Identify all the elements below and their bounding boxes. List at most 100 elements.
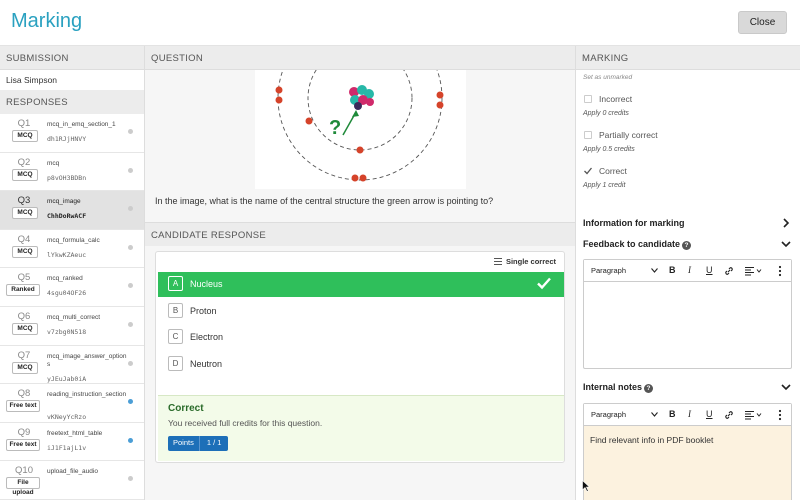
- question-type-badge: MCQ: [12, 361, 38, 374]
- link-icon[interactable]: [724, 266, 734, 276]
- mouse-cursor-icon: [582, 480, 590, 492]
- help-icon[interactable]: ?: [682, 241, 692, 250]
- marking-panel: MARKING Set as unmarked Incorrect Apply 0…: [576, 46, 800, 500]
- response-item-q10[interactable]: Q10 File upload upload_file_audio: [0, 461, 144, 500]
- response-item-q6[interactable]: Q6 MCQ mcq_multi_correct v7zbg0N518: [0, 306, 144, 346]
- mark-label: Partially correct: [599, 130, 658, 140]
- submission-header: SUBMISSION: [0, 46, 144, 70]
- marking-header: MARKING: [576, 46, 800, 70]
- candidate-response-card: Single correct A Nucleus B Proton C Electron D…: [155, 251, 565, 463]
- notes-toolbar: Paragraph B I U: [584, 404, 791, 426]
- feedback-editor[interactable]: Paragraph B I U: [583, 259, 792, 369]
- notes-body[interactable]: Find relevant info in PDF booklet: [584, 426, 791, 500]
- status-dot: [128, 206, 133, 212]
- status-dot: [128, 476, 133, 482]
- response-item-q4[interactable]: Q4 MCQ mcq_formula_calc lYkwKZAeuc: [0, 229, 144, 269]
- italic-button[interactable]: I: [688, 265, 691, 275]
- check-icon: [537, 277, 551, 290]
- chevron-right-icon: [783, 218, 790, 228]
- question-code: v7zbg0N518: [47, 327, 87, 336]
- question-code: dh1RJjHNVY: [47, 135, 87, 143]
- chevron-down-icon: [781, 241, 791, 248]
- question-number: Q1: [17, 118, 31, 129]
- status-dot: [128, 399, 133, 405]
- bold-button[interactable]: B: [669, 409, 676, 419]
- question-name: mcq_formula_calc: [47, 236, 100, 244]
- paragraph-select[interactable]: Paragraph: [591, 266, 626, 275]
- question-type-badge: MCQ: [12, 207, 38, 220]
- question-type-badge: Ranked: [6, 284, 40, 297]
- help-icon[interactable]: ?: [644, 384, 654, 393]
- question-code: 4sgu04OF26: [47, 289, 87, 298]
- option-letter: D: [168, 355, 183, 371]
- notes-editor[interactable]: Paragraph B I U Find relevant info in PD…: [583, 403, 792, 500]
- status-dot: [128, 360, 133, 366]
- more-options-icon[interactable]: [778, 265, 782, 277]
- question-name: freetext_html_table: [47, 429, 103, 437]
- question-number: Q7: [17, 349, 31, 361]
- chevron-down-icon: [781, 384, 791, 391]
- chevron-down-icon: [651, 412, 658, 417]
- response-item-q8[interactable]: Q8 Free text reading_instruction_section vK…: [0, 384, 144, 423]
- response-item-q9[interactable]: Q9 Free text freetext_html_table iJ1F1ajL1v: [0, 422, 144, 462]
- status-dot: [128, 244, 133, 250]
- info-for-marking-toggle[interactable]: Information for marking: [576, 215, 791, 233]
- feedback-body[interactable]: [584, 282, 791, 300]
- mark-credits: Apply 1 credit: [583, 182, 626, 189]
- question-name: mcq_ranked: [47, 275, 83, 283]
- app-header: Marking Close: [0, 0, 800, 46]
- italic-button[interactable]: I: [688, 409, 691, 419]
- paragraph-select[interactable]: Paragraph: [591, 410, 626, 419]
- chevron-down-icon: [651, 268, 658, 273]
- points-badge: Points 1 / 1: [168, 436, 229, 451]
- checkmark-icon[interactable]: [584, 167, 592, 175]
- response-item-q3[interactable]: Q3 MCQ mcq_image ChhDoRwACF: [0, 191, 144, 230]
- internal-notes-toggle[interactable]: Internal notes?: [576, 379, 791, 397]
- question-code: ChhDoRwACF: [47, 212, 87, 221]
- info-title: Information for marking: [583, 218, 685, 228]
- submission-panel: SUBMISSION Lisa Simpson RESPONSES Q1 MCQ m…: [0, 46, 145, 500]
- single-correct-label: Single correct: [493, 257, 556, 266]
- question-number: Q10: [15, 465, 33, 477]
- underline-button[interactable]: U: [706, 409, 713, 419]
- more-options-icon[interactable]: [778, 409, 782, 421]
- link-icon[interactable]: [724, 410, 734, 420]
- status-dot: [128, 129, 133, 134]
- mode-label: Single correct: [505, 257, 556, 266]
- response-item-q5[interactable]: Q5 Ranked mcq_ranked 4sgu04OF26: [0, 268, 144, 307]
- status-dot: [128, 437, 133, 443]
- page-title: Marking: [11, 10, 83, 32]
- response-item-q1[interactable]: Q1 MCQ mcq_in_emq_section_1 dh1RJjHNVY: [0, 114, 144, 153]
- notes-title: Internal notes: [583, 382, 643, 392]
- mark-checkbox[interactable]: [584, 95, 592, 103]
- close-button[interactable]: Close: [738, 11, 787, 34]
- question-name: mcq_image: [47, 198, 81, 206]
- question-type-badge: File upload: [6, 477, 40, 496]
- question-type-badge: Free text: [6, 438, 40, 451]
- question-header: QUESTION: [145, 46, 575, 70]
- question-name: reading_instruction_section: [47, 391, 127, 399]
- question-type-badge: MCQ: [12, 322, 38, 335]
- response-item-q7[interactable]: Q7 MCQ mcq_image_answer_options yJEuJab0iA: [0, 345, 144, 385]
- mark-credits: Apply 0.5 credits: [583, 146, 635, 153]
- feedback-title: Feedback to candidate: [583, 239, 681, 249]
- status-dot: [128, 167, 133, 173]
- option-letter: C: [168, 329, 183, 344]
- option-text: Proton: [190, 305, 217, 316]
- result-message: You received full credits for this quest…: [168, 418, 323, 428]
- result-box: Correct You received full credits for th…: [158, 395, 564, 461]
- mark-checkbox[interactable]: [584, 131, 592, 139]
- align-icon[interactable]: [745, 266, 763, 276]
- underline-button[interactable]: U: [706, 265, 713, 275]
- question-number: Q5: [17, 272, 31, 284]
- bold-button[interactable]: B: [669, 265, 676, 275]
- response-item-q2[interactable]: Q2 MCQ mcq p8vOH3BDBn: [0, 152, 144, 192]
- align-icon[interactable]: [745, 410, 763, 420]
- answer-option-b: B Proton: [158, 299, 564, 324]
- feedback-toggle[interactable]: Feedback to candidate?: [576, 236, 791, 254]
- question-name: mcq_image_answer_options: [47, 352, 127, 368]
- set-unmarked-link[interactable]: Set as unmarked: [583, 74, 632, 81]
- option-text: Nucleus: [190, 279, 223, 289]
- question-number: Q2: [17, 156, 31, 168]
- answer-option-d: D Neutron: [158, 352, 564, 377]
